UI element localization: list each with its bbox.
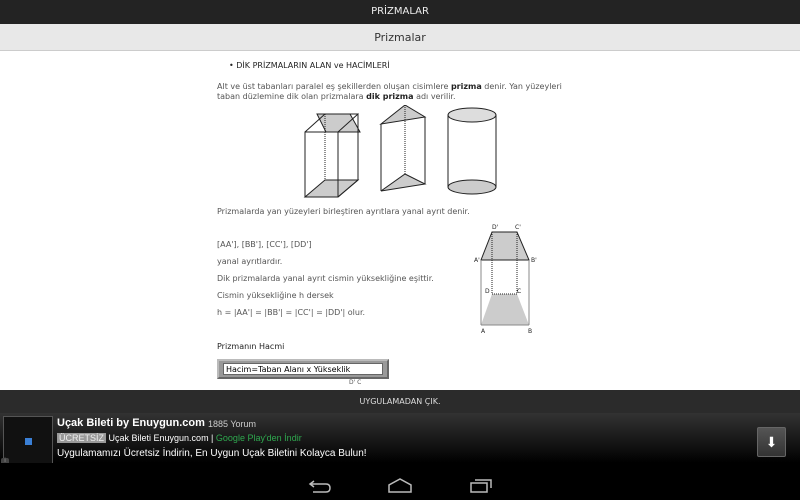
label-b-prime: B' <box>531 257 537 264</box>
label-c: C <box>517 288 521 295</box>
label-a-prime: A' <box>474 257 480 264</box>
content-area: • DİK PRİZMALARIN ALAN ve HACİMLERİ Alt … <box>0 51 800 390</box>
free-badge: ÜCRETSİZ <box>57 433 106 443</box>
paragraph-line: Alt ve üst tabanları paralel eş şekiller… <box>217 82 562 91</box>
prism-figures <box>303 105 497 198</box>
home-icon[interactable] <box>387 478 413 494</box>
exit-app-button[interactable]: UYGULAMADAN ÇIK. <box>0 390 800 413</box>
volume-formula-box: Hacim=Taban Alanı x Yükseklik <box>217 359 389 379</box>
page-title: Prizmalar <box>0 24 800 51</box>
ad-app-icon[interactable] <box>3 416 53 466</box>
paragraph-line: taban düzlemine dik olan prizmalara dik … <box>217 92 456 101</box>
app-title-bar: PRİZMALAR <box>0 0 800 24</box>
edges-text: [AA'], [BB'], [CC'], [DD'] <box>217 240 312 249</box>
download-button[interactable]: ⬇ <box>757 427 786 457</box>
ad-description: Uygulamamızı Ücretsiz İndirin, En Uygun … <box>57 448 367 459</box>
bold-term: prizma <box>450 82 482 91</box>
ad-subline: ÜCRETSİZ Uçak Bileti Enuygun.com | Googl… <box>57 433 302 443</box>
ad-reviews: 1885 Yorum <box>208 419 257 429</box>
ad-store-link[interactable]: Google Play'den İndir <box>216 433 302 443</box>
text: adı verilir. <box>413 92 456 101</box>
box-top <box>316 113 361 133</box>
height-formula: h = |AA'| = |BB'| = |CC'| = |DD'| olur. <box>217 308 366 317</box>
paragraph-line: Dik prizmalarda yanal ayrıt cismin yükse… <box>217 274 434 283</box>
back-icon[interactable] <box>308 478 332 494</box>
box-bottom <box>303 179 360 198</box>
section-heading: • DİK PRİZMALARIN ALAN ve HACİMLERİ <box>229 61 390 70</box>
label-c-prime: C' <box>515 224 521 231</box>
label-d-prime: D' <box>492 224 499 231</box>
download-arrow-icon: ⬇ <box>765 434 778 450</box>
volume-heading: Prizmanın Hacmi <box>217 342 285 351</box>
trapezoid-prism-figure: D' C' A' B' D C A B <box>474 224 537 335</box>
label-d: D <box>485 288 490 295</box>
text: taban düzlemine dik olan prizmalara <box>217 92 367 101</box>
app-icon-glyph <box>25 438 32 445</box>
text: Alt ve üst tabanları paralel eş şekiller… <box>217 82 451 91</box>
ad-banner[interactable]: i Uçak Bileti by Enuygun.com 1885 Yorum … <box>0 413 800 467</box>
volume-formula: Hacim=Taban Alanı x Yükseklik <box>223 363 383 375</box>
label-b: B <box>528 328 532 335</box>
system-nav-bar <box>0 463 800 500</box>
text: denir. Yan yüzeyleri <box>481 82 562 91</box>
ad-publisher: Uçak Bileti Enuygun.com | <box>108 433 214 443</box>
recent-apps-icon[interactable] <box>469 478 493 494</box>
paragraph-line: Cismin yüksekliğine h dersek <box>217 291 334 300</box>
ad-title[interactable]: Uçak Bileti by Enuygun.com <box>57 417 205 429</box>
bold-term: dik prizma <box>366 92 414 101</box>
edges-text-2: yanal ayrıtlardır. <box>217 257 283 266</box>
cut-label: D' C <box>349 379 362 386</box>
paragraph-line: Prizmalarda yan yüzeyleri birleştiren ay… <box>217 207 470 216</box>
label-a: A <box>481 328 486 335</box>
